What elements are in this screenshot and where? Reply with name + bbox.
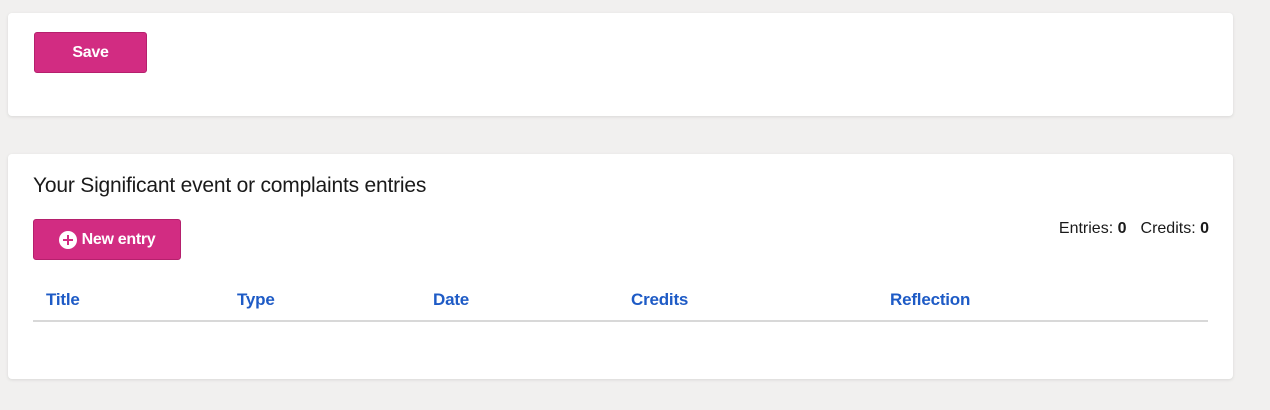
entries-stat: Entries: 0 (1059, 220, 1127, 238)
credits-count: 0 (1200, 220, 1209, 237)
plus-circle-icon (58, 230, 77, 249)
save-button[interactable]: Save (34, 32, 147, 73)
entries-count: 0 (1117, 220, 1127, 237)
entries-card: Your Significant event or complaints ent… (8, 154, 1233, 379)
new-entry-label: New entry (81, 230, 156, 248)
new-entry-button[interactable]: New entry (33, 219, 181, 260)
column-header-reflection[interactable]: Reflection (890, 290, 970, 310)
credits-stat: Credits: 0 (1141, 220, 1209, 238)
entries-label: Entries: (1058, 220, 1114, 237)
credits-label: Credits: (1140, 220, 1196, 237)
column-header-type[interactable]: Type (237, 290, 275, 310)
column-header-date[interactable]: Date (433, 290, 469, 310)
column-header-credits[interactable]: Credits (631, 290, 688, 310)
entries-summary: Entries: 0 Credits: 0 (1059, 220, 1209, 238)
page: Save Your Significant event or complaint… (0, 0, 1270, 410)
entries-table-header: Title Type Date Credits Reflection (33, 284, 1208, 322)
section-title: Your Significant event or complaints ent… (33, 174, 427, 197)
form-actions-card: Save (8, 13, 1233, 116)
column-header-title[interactable]: Title (46, 290, 80, 310)
